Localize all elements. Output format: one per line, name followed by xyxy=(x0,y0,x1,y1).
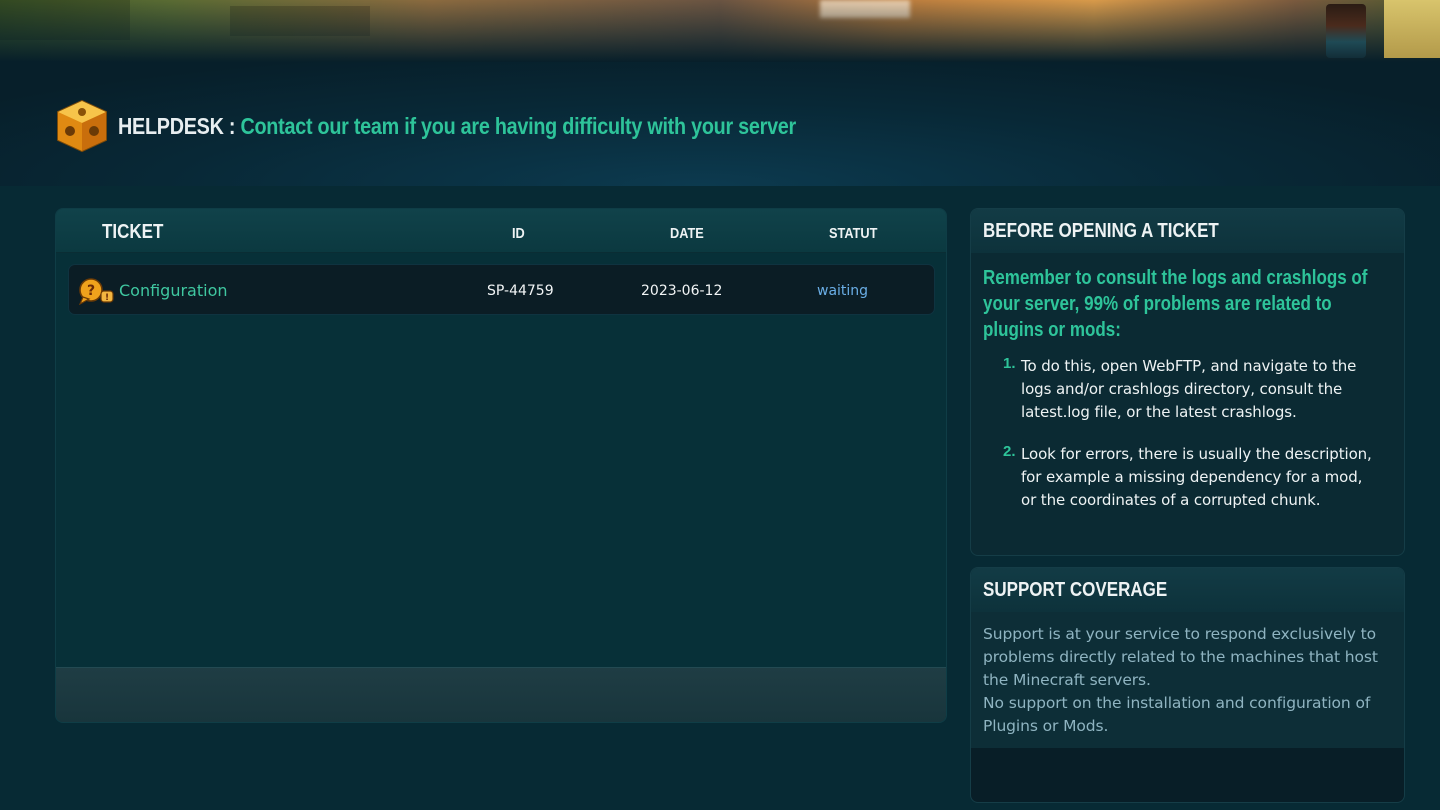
step-number: 2. xyxy=(1003,443,1016,460)
ticket-date: 2023-06-12 xyxy=(641,283,723,299)
status-badge: waiting xyxy=(817,283,869,299)
before-ticket-steps: 1. To do this, open WebFTP, and navigate… xyxy=(1001,355,1381,531)
helpdesk-subtitle: Contact our team if you are having diffi… xyxy=(240,112,797,139)
before-ticket-card-header: BEFORE OPENING A TICKET xyxy=(971,209,1404,253)
column-header-date: DATE xyxy=(670,225,704,242)
tickets-table-header: TICKET ID DATE STATUT xyxy=(56,209,946,253)
ticket-id: SP-44759 xyxy=(487,283,554,299)
tickets-panel: TICKET ID DATE STATUT ? ! Configuration … xyxy=(55,208,947,723)
list-item: 1. To do this, open WebFTP, and navigate… xyxy=(1001,355,1381,424)
top-banner xyxy=(0,0,1440,62)
question-speech-bubble-icon: ? ! xyxy=(77,277,115,306)
column-header-status: STATUT xyxy=(829,225,878,242)
before-ticket-title: BEFORE OPENING A TICKET xyxy=(983,219,1219,242)
support-coverage-card: SUPPORT COVERAGE Support is at your serv… xyxy=(970,567,1405,803)
list-item: 2. Look for errors, there is usually the… xyxy=(1001,443,1381,512)
svg-text:?: ? xyxy=(87,283,95,299)
step-number: 1. xyxy=(1003,355,1016,372)
support-coverage-body: Support is at your service to respond ex… xyxy=(971,612,1404,748)
support-coverage-card-header: SUPPORT COVERAGE xyxy=(971,568,1404,612)
before-ticket-intro: Remember to consult the logs and crashlo… xyxy=(983,267,1368,341)
banner-terrain xyxy=(0,0,130,40)
minecraft-character-icon xyxy=(1326,4,1366,58)
svg-text:!: ! xyxy=(105,293,109,303)
column-header-ticket: TICKET xyxy=(102,221,164,243)
page-title: HELPDESK : Contact our team if you are h… xyxy=(118,113,796,140)
step-text: Look for errors, there is usually the de… xyxy=(1021,445,1372,509)
tickets-panel-footer xyxy=(56,667,946,722)
table-row[interactable]: ? ! Configuration SP-44759 2023-06-12 wa… xyxy=(68,264,935,315)
banner-light xyxy=(820,0,910,18)
column-header-id: ID xyxy=(512,225,525,242)
coverage-paragraph: No support on the installation and confi… xyxy=(983,694,1371,735)
banner-terrain xyxy=(230,6,370,36)
sand-block-icon xyxy=(1384,0,1440,58)
ticket-name: Configuration xyxy=(119,281,228,300)
helpdesk-cube-icon xyxy=(54,98,110,154)
step-text: To do this, open WebFTP, and navigate to… xyxy=(1021,357,1357,421)
helpdesk-header: HELPDESK : Contact our team if you are h… xyxy=(54,98,906,154)
before-ticket-card: BEFORE OPENING A TICKET Remember to cons… xyxy=(970,208,1405,556)
helpdesk-label: HELPDESK : xyxy=(118,112,236,139)
coverage-paragraph: Support is at your service to respond ex… xyxy=(983,625,1378,689)
support-coverage-title: SUPPORT COVERAGE xyxy=(983,578,1168,601)
